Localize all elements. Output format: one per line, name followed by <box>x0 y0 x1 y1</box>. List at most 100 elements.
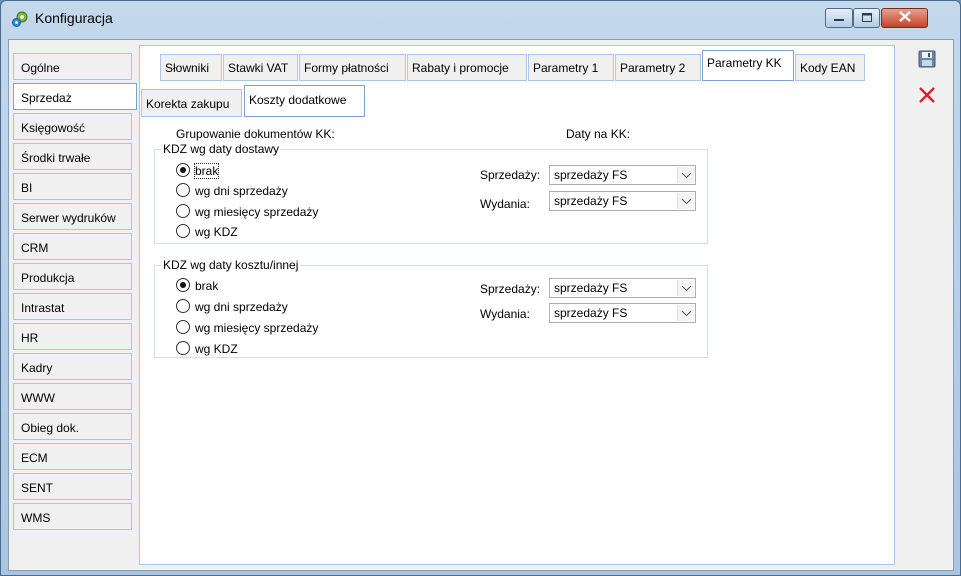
tab-parametry-1[interactable]: Parametry 1 <box>528 54 614 81</box>
sidebar-item-label: Produkcja <box>21 271 75 285</box>
sale-label: Sprzedaży: <box>480 282 541 296</box>
sidebar-item-wms[interactable]: WMS <box>13 503 132 530</box>
tab-label: Słowniki <box>165 61 210 75</box>
radio-label: brak <box>193 163 220 179</box>
tab-label: Parametry KK <box>707 56 782 70</box>
radio-label: wg KDZ <box>195 225 238 239</box>
window-close-button[interactable] <box>881 8 928 28</box>
tab-stawki-vat[interactable]: Stawki VAT <box>223 54 298 81</box>
minimize-button[interactable] <box>825 8 853 28</box>
sidebar-item-label: SENT <box>21 481 54 495</box>
sidebar-item-ecm[interactable]: ECM <box>13 443 132 470</box>
sidebar-item-label: Środki trwałe <box>21 151 91 165</box>
radio-wg-miesiecy-sprzedazy[interactable] <box>176 204 190 218</box>
sidebar-item-intrastat[interactable]: Intrastat <box>13 293 132 320</box>
sidebar-item-serwer-wydrukow[interactable]: Serwer wydruków <box>13 203 132 230</box>
tab-label: Formy płatności <box>304 61 389 75</box>
sidebar-item-bi[interactable]: BI <box>13 173 132 200</box>
dates-label: Daty na KK: <box>566 127 631 141</box>
sidebar-item-obieg-dok[interactable]: Obieg dok. <box>13 413 132 440</box>
sidebar-item-kadry[interactable]: Kadry <box>13 353 132 380</box>
sidebar-item-www[interactable]: WWW <box>13 383 132 410</box>
sidebar-item-ksiegowosc[interactable]: Księgowość <box>13 113 132 140</box>
radio-label: wg miesięcy sprzedaży <box>195 205 319 219</box>
tab-kody-ean[interactable]: Kody EAN <box>795 54 865 81</box>
tab-label: Stawki VAT <box>228 61 289 75</box>
sidebar-item-crm[interactable]: CRM <box>13 233 132 260</box>
tab-slowniki[interactable]: Słowniki <box>160 54 222 81</box>
radio-wg-dni-sprzedazy[interactable] <box>176 299 190 313</box>
maximize-icon <box>861 11 872 25</box>
sidebar-item-hr[interactable]: HR <box>13 323 132 350</box>
sidebar-item-sent[interactable]: SENT <box>13 473 132 500</box>
title-bar[interactable]: Konfiguracja <box>1 1 960 35</box>
radio-label: brak <box>195 279 219 293</box>
tab-label: Rabaty i promocje <box>412 61 509 75</box>
save-icon <box>918 50 936 71</box>
sidebar-item-label: CRM <box>21 241 49 255</box>
tab-parametry-2[interactable]: Parametry 2 <box>615 54 701 81</box>
radio-label: wg miesięcy sprzedaży <box>195 321 319 335</box>
radio-label: wg dni sprzedaży <box>195 184 288 198</box>
sale-date-select[interactable]: sprzedaży FS <box>549 278 696 298</box>
tab-label: Parametry 2 <box>620 61 686 75</box>
subtab-label: Koszty dodatkowe <box>249 93 347 107</box>
close-icon <box>918 86 936 107</box>
window-close-icon <box>898 11 911 25</box>
sidebar-item-ogolne[interactable]: Ogólne <box>13 53 132 80</box>
tab-parametry-kk[interactable]: Parametry KK <box>702 50 794 81</box>
tab-label: Kody EAN <box>800 61 856 75</box>
sidebar-item-sprzedaz[interactable]: Sprzedaż <box>13 83 137 110</box>
select-value: sprzedaży FS <box>554 281 628 295</box>
chevron-down-icon <box>677 167 694 183</box>
radio-label: wg KDZ <box>195 342 238 356</box>
group-title: KDZ wg daty dostawy <box>161 142 282 156</box>
group-title: KDZ wg daty kosztu/innej <box>161 258 301 272</box>
issue-label: Wydania: <box>480 307 530 321</box>
maximize-button[interactable] <box>853 8 880 28</box>
close-form-button[interactable] <box>917 86 937 106</box>
subtab-label: Korekta zakupu <box>146 97 230 111</box>
sale-date-select[interactable]: sprzedaży FS <box>549 165 696 185</box>
save-button[interactable] <box>917 50 937 70</box>
tab-rabaty-i-promocje[interactable]: Rabaty i promocje <box>407 54 527 81</box>
issue-date-select[interactable]: sprzedaży FS <box>549 303 696 323</box>
issue-date-select[interactable]: sprzedaży FS <box>549 191 696 211</box>
chevron-down-icon <box>677 280 694 296</box>
issue-label: Wydania: <box>480 197 530 211</box>
window-title: Konfiguracja <box>35 10 113 26</box>
radio-brak[interactable] <box>176 163 190 177</box>
grouping-label: Grupowanie dokumentów KK: <box>176 127 335 141</box>
radio-brak[interactable] <box>176 278 190 292</box>
chevron-down-icon <box>677 193 694 209</box>
gears-icon <box>11 10 29 28</box>
radio-label: wg dni sprzedaży <box>195 300 288 314</box>
subtab-korekta-zakupu[interactable]: Korekta zakupu <box>141 89 242 117</box>
sidebar-item-label: BI <box>21 181 33 195</box>
radio-wg-kdz[interactable] <box>176 224 190 238</box>
sidebar-item-label: Serwer wydruków <box>21 211 116 225</box>
tab-label: Parametry 1 <box>533 61 599 75</box>
sale-label: Sprzedaży: <box>480 168 541 182</box>
sidebar-item-srodki-trwale[interactable]: Środki trwałe <box>13 143 132 170</box>
minimize-icon <box>834 11 844 25</box>
select-value: sprzedaży FS <box>554 306 628 320</box>
sidebar-item-label: Sprzedaż <box>21 91 72 105</box>
radio-wg-kdz[interactable] <box>176 341 190 355</box>
tab-formy-platnosci[interactable]: Formy płatności <box>299 54 406 81</box>
subtab-koszty-dodatkowe[interactable]: Koszty dodatkowe <box>244 85 365 117</box>
select-value: sprzedaży FS <box>554 194 628 208</box>
sidebar-item-label: Obieg dok. <box>21 421 80 435</box>
sidebar-item-label: WWW <box>21 391 55 405</box>
sidebar-item-produkcja[interactable]: Produkcja <box>13 263 132 290</box>
radio-wg-miesiecy-sprzedazy[interactable] <box>176 320 190 334</box>
chevron-down-icon <box>677 305 694 321</box>
sidebar-item-label: ECM <box>21 451 48 465</box>
sidebar-item-label: WMS <box>21 511 51 525</box>
select-value: sprzedaży FS <box>554 168 628 182</box>
radio-wg-dni-sprzedazy[interactable] <box>176 183 190 197</box>
sidebar-item-label: Kadry <box>21 361 53 375</box>
sidebar-item-label: HR <box>21 331 39 345</box>
sidebar-item-label: Intrastat <box>21 301 65 315</box>
sidebar-item-label: Księgowość <box>21 121 86 135</box>
